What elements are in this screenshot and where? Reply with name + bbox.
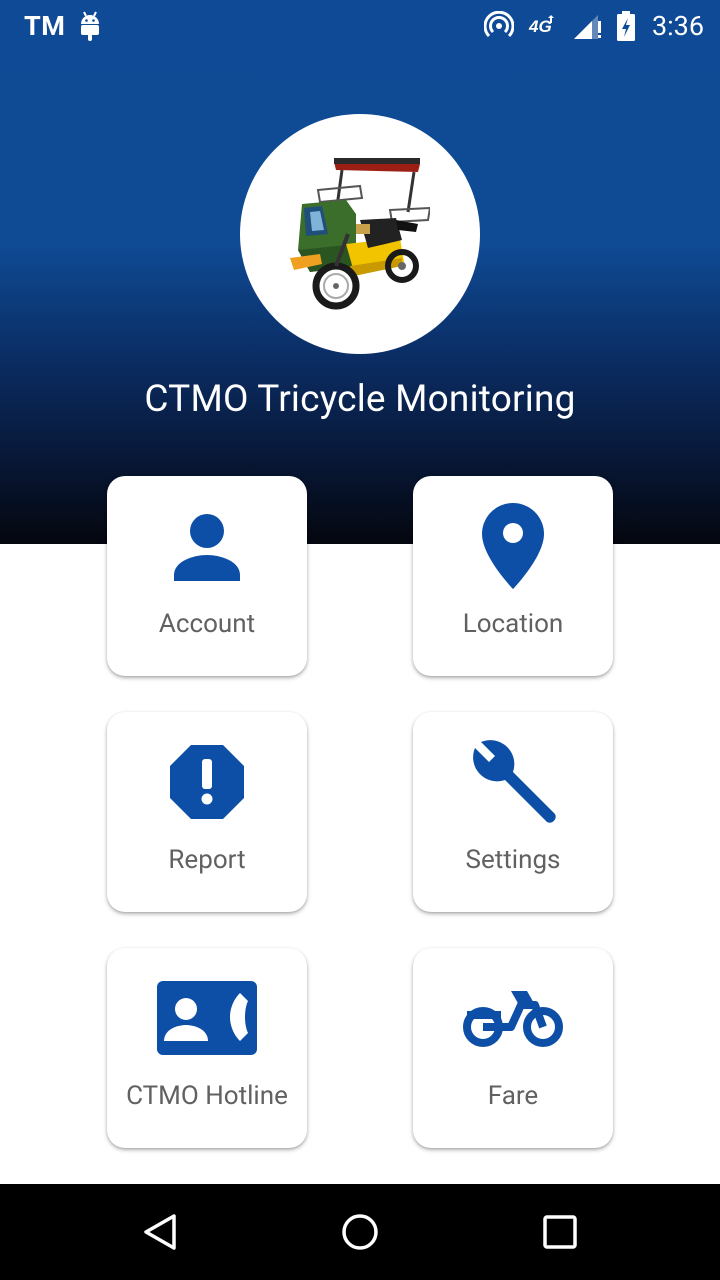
account-tile[interactable]: Account: [107, 476, 307, 676]
carrier-label: TM: [24, 10, 66, 42]
report-label: Report: [168, 845, 246, 875]
report-tile[interactable]: Report: [107, 712, 307, 912]
contact-phone-icon: [157, 981, 257, 1055]
app-title: CTMO Tricycle Monitoring: [144, 378, 576, 421]
header-banner: TM 4G 3:36 CTMO Tricycle Monitoring: [0, 0, 720, 544]
location-tile[interactable]: Location: [413, 476, 613, 676]
map-pin-icon: [482, 503, 544, 589]
android-icon: [81, 11, 99, 41]
alert-octagon-icon: [170, 745, 244, 819]
motorcycle-icon: [463, 991, 563, 1047]
location-label: Location: [462, 609, 564, 639]
back-icon[interactable]: [140, 1212, 180, 1252]
hotline-tile[interactable]: CTMO Hotline: [107, 948, 307, 1148]
hotline-label: CTMO Hotline: [126, 1081, 288, 1111]
recents-icon[interactable]: [540, 1212, 580, 1252]
svg-text:4G: 4G: [528, 17, 552, 36]
fare-tile[interactable]: Fare: [413, 948, 613, 1148]
network-4g-icon: 4G: [528, 15, 554, 36]
hotspot-icon: [483, 11, 514, 38]
tricycle-logo: [240, 114, 480, 354]
status-bar: TM 4G 3:36: [0, 0, 720, 50]
home-icon[interactable]: [340, 1212, 380, 1252]
settings-tile[interactable]: Settings: [413, 712, 613, 912]
tricycle-image: [290, 158, 430, 310]
account-label: Account: [158, 609, 256, 639]
navigation-bar: [0, 1184, 720, 1280]
person-icon: [174, 514, 240, 581]
clock: 3:36: [651, 10, 704, 42]
signal-icon: [573, 15, 601, 39]
fare-label: Fare: [487, 1081, 539, 1111]
battery-charging-icon: [616, 11, 635, 41]
settings-label: Settings: [465, 845, 561, 875]
wrench-icon: [473, 740, 556, 823]
